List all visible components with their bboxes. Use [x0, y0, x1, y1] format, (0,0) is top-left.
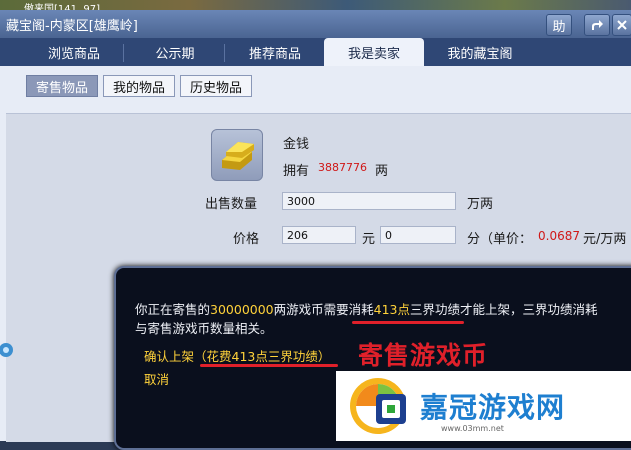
unit-price-value: 0.0687	[538, 229, 580, 243]
price-label: 价格	[233, 232, 260, 247]
window-title: 藏宝阁-内蒙区[雄鹰岭]	[6, 19, 138, 34]
subtab-history-items[interactable]: 历史物品	[180, 75, 252, 97]
sell-quantity-input[interactable]: 3000	[282, 192, 456, 210]
dialog-text: 两游戏币需要消耗	[273, 302, 374, 317]
fen-unit-label: 分（单价：	[467, 232, 533, 247]
sell-quantity-unit: 万两	[467, 197, 494, 212]
price-fen-input[interactable]: 0	[380, 226, 456, 244]
sell-quantity-label: 出售数量	[205, 197, 258, 212]
tab-i-am-seller[interactable]: 我是卖家	[324, 38, 424, 66]
dialog-text: 三界功绩才能上架，三界功绩消耗	[410, 302, 598, 317]
tab-divider	[123, 44, 124, 62]
watermark-logo-icon	[346, 376, 416, 440]
watermark-name: 嘉冠游戏网	[420, 391, 566, 424]
dialog-line-1: 你正在寄售的30000000两游戏币需要消耗413点三界功绩才能上架，三界功绩消…	[135, 299, 598, 318]
help-button[interactable]: 助	[546, 14, 572, 36]
confirm-listing-button[interactable]: 确认上架（花费413点三界功绩）	[144, 346, 330, 365]
tab-divider	[224, 44, 225, 62]
red-underline	[352, 321, 464, 324]
price-yuan-input[interactable]: 206	[282, 226, 356, 244]
dialog-line-2: 与寄售游戏币数量相关。	[135, 321, 273, 336]
subtab-consign-items[interactable]: 寄售物品	[26, 75, 98, 97]
yuan-unit: 元	[362, 232, 376, 247]
tab-browse-goods[interactable]: 浏览商品	[30, 38, 118, 66]
red-underline	[200, 364, 338, 367]
item-name: 金钱	[283, 137, 310, 152]
dialog-text: 你正在寄售的	[135, 302, 211, 317]
annotation-text: 寄售游戏币	[358, 341, 489, 370]
own-unit: 两	[375, 164, 389, 179]
subtab-my-items[interactable]: 我的物品	[103, 75, 175, 97]
tab-my-treasure[interactable]: 我的藏宝阁	[430, 38, 530, 66]
dialog-amount: 30000000	[210, 302, 274, 317]
tab-recommended[interactable]: 推荐商品	[232, 38, 318, 66]
watermark-url: www.03mm.net	[441, 424, 504, 433]
tab-public-period[interactable]: 公示期	[132, 38, 218, 66]
gold-bar-icon	[211, 129, 263, 181]
own-amount: 3887776	[318, 161, 367, 174]
share-icon[interactable]	[584, 14, 610, 36]
unit-price-suffix: 元/万两	[583, 232, 627, 247]
own-label: 拥有	[283, 164, 310, 179]
cancel-button[interactable]: 取消	[144, 369, 169, 388]
ornament-icon	[0, 338, 18, 362]
dialog-points: 413点	[373, 302, 411, 317]
close-icon[interactable]	[612, 14, 631, 36]
